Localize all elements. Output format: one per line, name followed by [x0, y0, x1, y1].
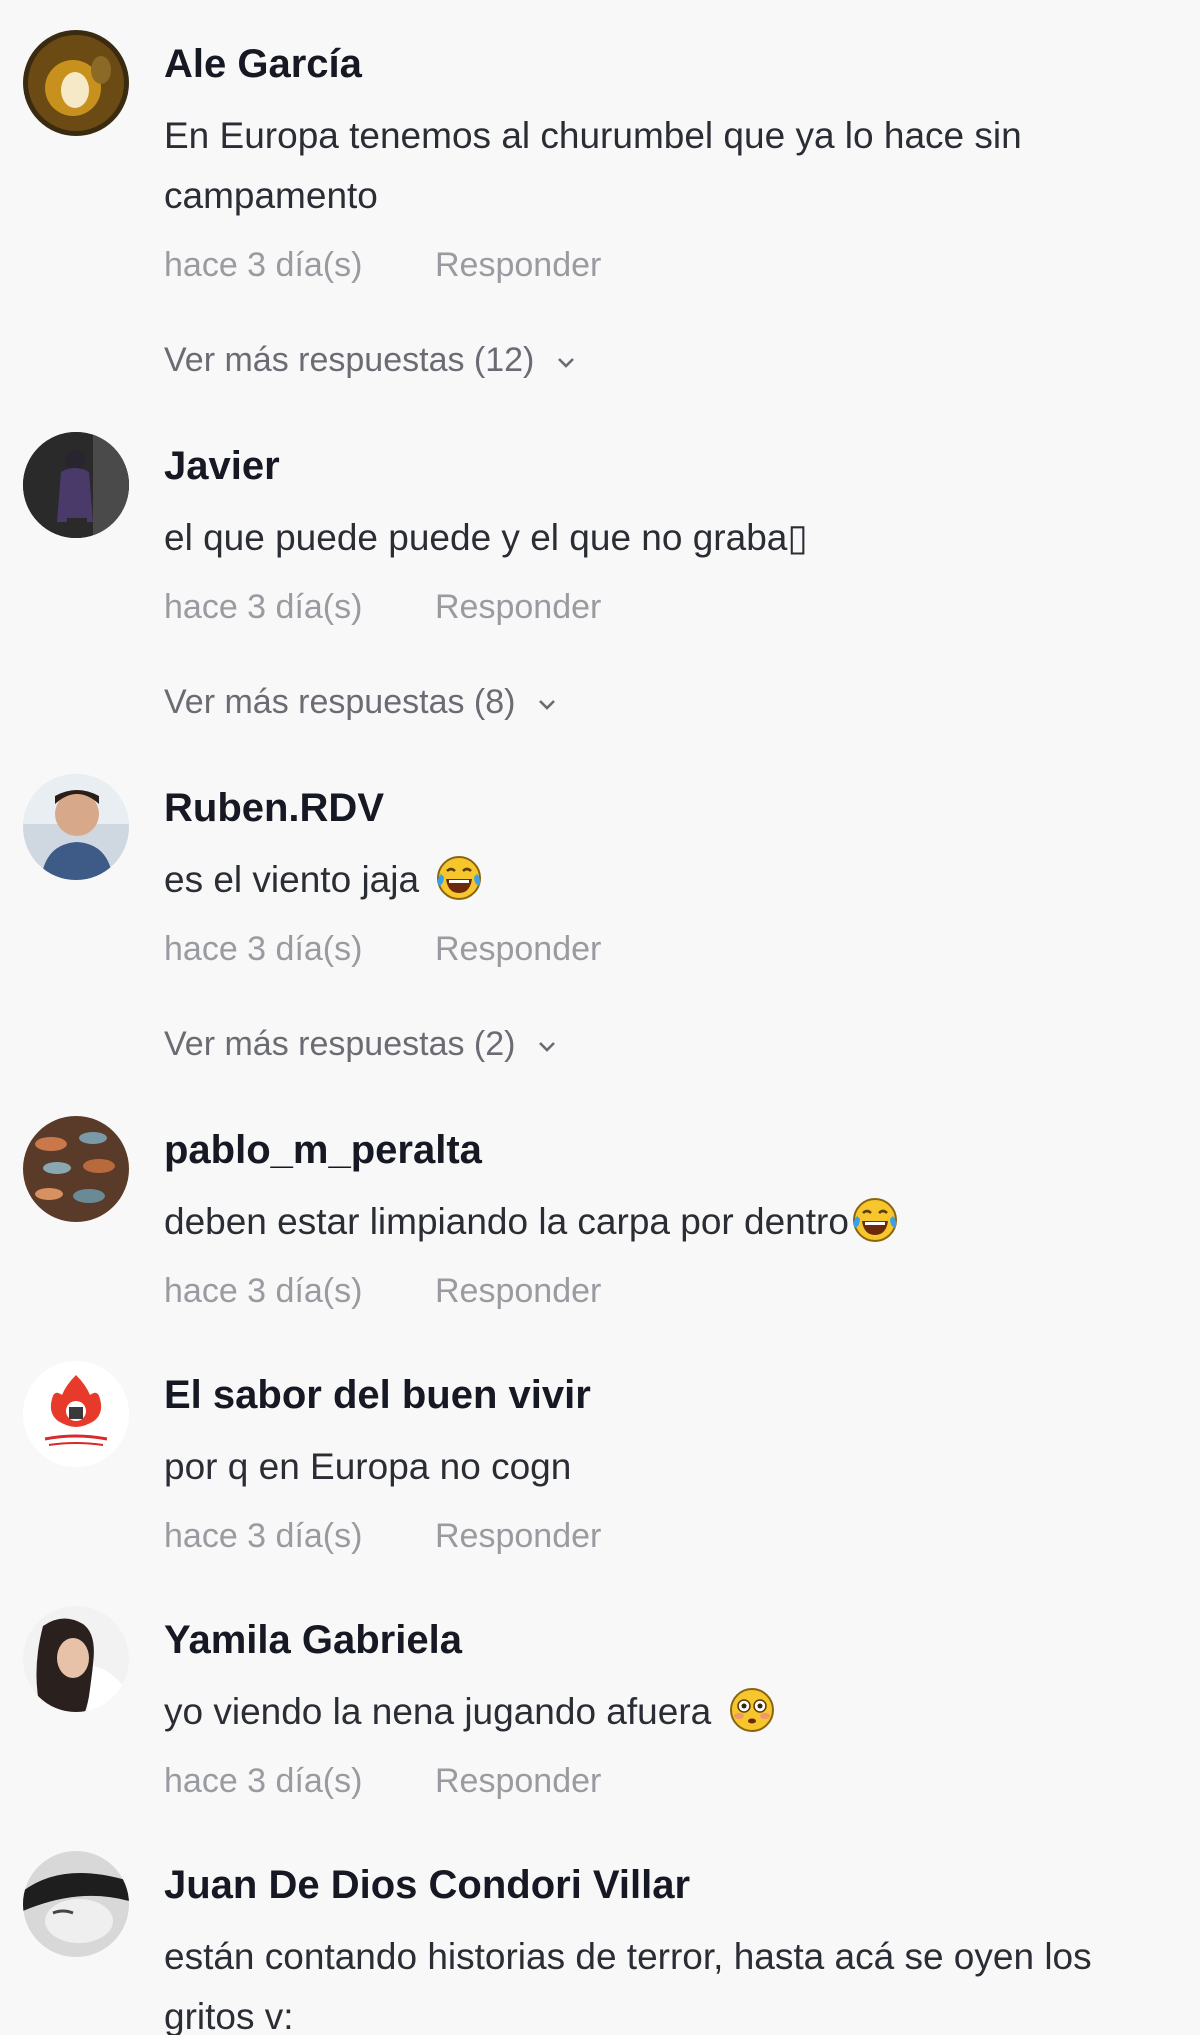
reply-button[interactable]: Responder: [435, 1764, 601, 1798]
face-with-tears-of-joy-icon: [851, 1196, 899, 1244]
comment-username[interactable]: Ruben.RDV: [164, 788, 384, 828]
avatar[interactable]: [23, 1606, 129, 1712]
avatar[interactable]: [23, 432, 129, 538]
reply-button[interactable]: Responder: [435, 1274, 601, 1308]
comment-username[interactable]: Yamila Gabriela: [164, 1620, 462, 1660]
reply-button[interactable]: Responder: [435, 248, 601, 282]
comment-username[interactable]: Ale García: [164, 44, 362, 84]
chevron-down-icon: [558, 358, 575, 368]
view-more-replies-button[interactable]: Ver más respuestas (2): [164, 1027, 557, 1061]
chevron-down-icon: [539, 700, 556, 710]
comment-meta: hace 3 día(s) Responder: [164, 930, 601, 968]
avatar[interactable]: [23, 1851, 129, 1957]
comment-timestamp: hace 3 día(s): [164, 588, 363, 626]
reply-button[interactable]: Responder: [435, 932, 601, 966]
comment-text: el que puede puede y el que no graba▯: [164, 517, 808, 558]
comment-timestamp: hace 3 día(s): [164, 1762, 363, 1800]
comment-meta: hace 3 día(s) Responder: [164, 588, 601, 626]
comment-text: En Europa tenemos al churumbel que ya lo…: [164, 115, 1022, 216]
comment-timestamp: hace 3 día(s): [164, 1272, 363, 1310]
view-more-replies-button[interactable]: Ver más respuestas (12): [164, 343, 576, 377]
comment-text: yo viendo la nena jugando afuera: [164, 1682, 1184, 1742]
comment-username[interactable]: Javier: [164, 446, 280, 486]
comment-text-body: deben estar limpiando la carpa por dentr…: [164, 1201, 849, 1242]
comment-text: están contando historias de terror, hast…: [164, 1936, 1092, 2035]
comment-timestamp: hace 3 día(s): [164, 930, 363, 968]
comment-username[interactable]: Juan De Dios Condori Villar: [164, 1865, 690, 1905]
view-more-replies-label: Ver más respuestas (12): [164, 341, 535, 379]
comment-text-body: yo viendo la nena jugando afuera: [164, 1691, 712, 1732]
comment-username[interactable]: pablo_m_peralta: [164, 1130, 482, 1170]
comment-list: Ale García En Europa tenemos al churumbe…: [0, 0, 1200, 2035]
comment-meta: hace 3 día(s) Responder: [164, 1517, 601, 1555]
avatar[interactable]: [23, 30, 129, 136]
avatar[interactable]: [23, 1361, 129, 1467]
face-with-tears-of-joy-icon: [435, 854, 483, 902]
view-more-replies-label: Ver más respuestas (8): [164, 683, 516, 721]
comment-text: es el viento jaja: [164, 850, 1184, 910]
reply-button[interactable]: Responder: [435, 1519, 601, 1553]
comment-text: por q en Europa no cogn: [164, 1446, 572, 1487]
comment-timestamp: hace 3 día(s): [164, 1517, 363, 1555]
comment-timestamp: hace 3 día(s): [164, 246, 363, 284]
avatar[interactable]: [23, 1116, 129, 1222]
comment-username[interactable]: El sabor del buen vivir: [164, 1375, 591, 1415]
comment-meta: hace 3 día(s) Responder: [164, 246, 601, 284]
reply-button[interactable]: Responder: [435, 590, 601, 624]
comment-text: deben estar limpiando la carpa por dentr…: [164, 1192, 1184, 1252]
avatar[interactable]: [23, 774, 129, 880]
comment-meta: hace 3 día(s) Responder: [164, 1272, 601, 1310]
view-more-replies-button[interactable]: Ver más respuestas (8): [164, 685, 557, 719]
comment-text-body: es el viento jaja: [164, 859, 420, 900]
comment-meta: hace 3 día(s) Responder: [164, 1762, 601, 1800]
chevron-down-icon: [539, 1042, 556, 1052]
flushed-face-icon: [728, 1686, 776, 1734]
view-more-replies-label: Ver más respuestas (2): [164, 1025, 516, 1063]
